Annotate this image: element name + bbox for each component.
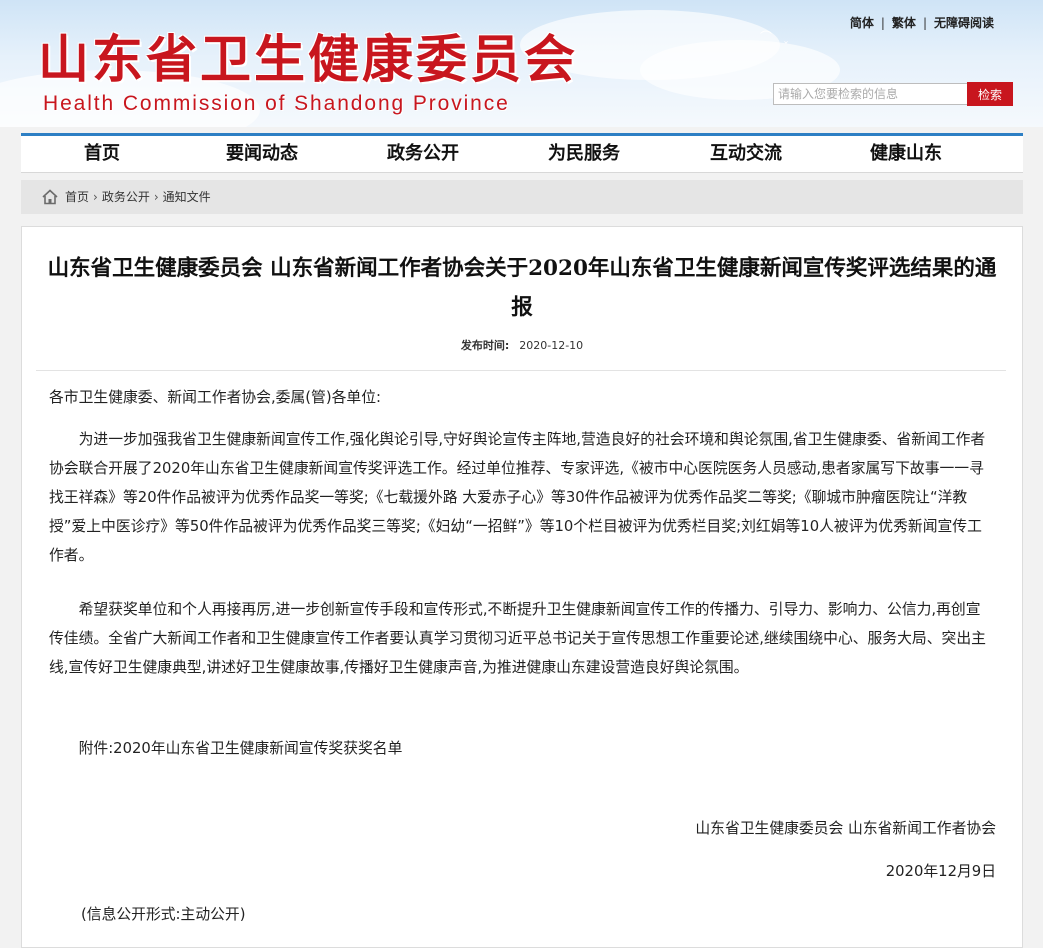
breadcrumb-home[interactable]: 首页 [65, 190, 89, 204]
signature-organizations: 山东省卫生健康委员会 山东省新闻工作者协会 [695, 820, 996, 837]
nav-item-government-affairs[interactable]: 政务公开 [387, 141, 459, 167]
nav-item-public-service[interactable]: 为民服务 [548, 141, 620, 167]
search-input[interactable] [773, 83, 969, 105]
attachment-text: 附件:2020年山东省卫生健康新闻宣传奖获奖名单 [78, 740, 403, 757]
separator: | [880, 16, 885, 30]
traditional-chinese-link[interactable]: 繁体 [892, 16, 916, 30]
article-paragraph: 希望获奖单位和个人再接再厉,进一步创新宣传手段和宣传形式,不断提升卫生健康新闻宣… [49, 601, 986, 676]
article-title: 山东省卫生健康委员会 山东省新闻工作者协会关于2020年山东省卫生健康新闻宣传奖… [47, 256, 997, 320]
chevron-right-icon: › [153, 190, 159, 204]
article-panel: 山东省卫生健康委员会 山东省新闻工作者协会关于2020年山东省卫生健康新闻宣传奖… [21, 226, 1023, 948]
main-nav: 首页 要闻动态 政务公开 为民服务 互动交流 健康山东 [21, 133, 1023, 172]
article-paragraph: 为进一步加强我省卫生健康新闻宣传工作,强化舆论引导,守好舆论宣传主阵地,营造良好… [49, 431, 986, 564]
publish-date: 2020-12-10 [519, 339, 584, 352]
breadcrumb-government-affairs[interactable]: 政务公开 [102, 190, 150, 204]
nav-item-home[interactable]: 首页 [84, 141, 120, 167]
nav-item-interaction[interactable]: 互动交流 [710, 141, 782, 167]
separator: | [922, 16, 927, 30]
bird-decoration-icon: ˇ [783, 40, 789, 54]
breadcrumb: 首页 › 政务公开 › 通知文件 [21, 180, 1023, 214]
nav-item-news[interactable]: 要闻动态 [226, 141, 298, 167]
nav-item-healthy-shandong[interactable]: 健康山东 [870, 141, 942, 167]
simplified-chinese-link[interactable]: 简体 [850, 16, 874, 30]
divider [36, 370, 1006, 371]
home-icon [42, 189, 58, 205]
search-button[interactable]: 检索 [967, 82, 1013, 106]
signature-date: 2020年12月9日 [885, 863, 996, 880]
publish-info: 发布时间: 2020-12-10 [22, 337, 1022, 353]
top-links: 简体 | 繁体 | 无障碍阅读 [850, 14, 994, 31]
chevron-right-icon: › [93, 190, 98, 204]
article-greeting: 各市卫生健康委、新闻工作者协会,委属(管)各单位: [49, 389, 381, 406]
disclosure-form: (信息公开形式:主动公开) [81, 906, 246, 923]
site-subtitle: Health Commission of Shandong Province [43, 92, 510, 115]
breadcrumb-trail: 首页 › 政务公开 › 通知文件 [65, 180, 211, 214]
bird-decoration-icon: ⌒ [760, 30, 773, 44]
breadcrumb-notices[interactable]: 通知文件 [163, 190, 211, 204]
publish-date-label: 发布时间: [460, 339, 510, 352]
accessible-reading-link[interactable]: 无障碍阅读 [934, 16, 994, 30]
site-banner: ⌒ ˇ 山东省卫生健康委员会 Health Commission of Shan… [0, 0, 1043, 127]
site-title: 山东省卫生健康委员会 [38, 30, 579, 90]
